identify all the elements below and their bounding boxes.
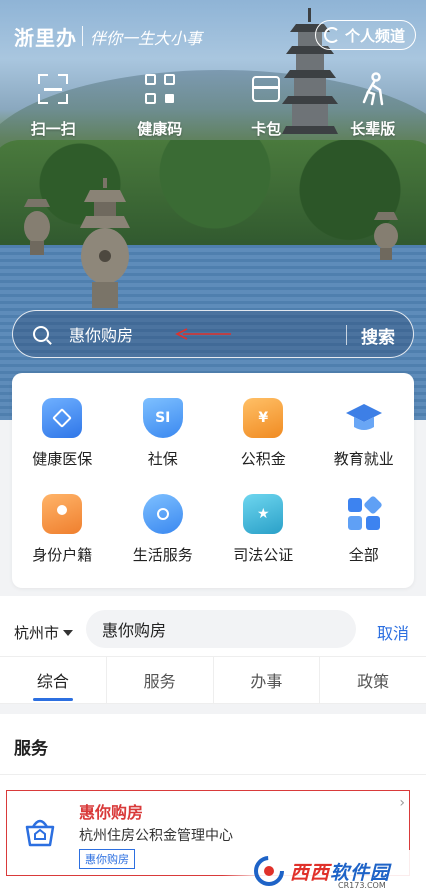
quick-scan[interactable]: 扫一扫 (0, 72, 107, 139)
watermark-logo-icon (254, 856, 284, 886)
app-logo: 浙里办 (14, 26, 77, 50)
service-all[interactable]: 全部 (314, 482, 415, 579)
watermark-brand-a: 西西 (290, 861, 331, 884)
service-housing-fund[interactable]: ¥ 公积金 (213, 385, 314, 482)
service-life-service[interactable]: 生活服务 (113, 482, 214, 579)
justice-icon: ★ (243, 494, 284, 535)
service-education[interactable]: 教育就业 (314, 385, 415, 482)
logo-divider (82, 26, 83, 46)
city-selector[interactable]: 杭州市 (14, 622, 74, 643)
service-grid: 健康医保 SI 社保 ¥ 公积金 教育就业 身份户籍 生活服务 ★ 司法公证 全… (12, 373, 414, 588)
education-icon (344, 398, 384, 438)
stone-lantern-left (80, 178, 130, 308)
service-label: 全部 (348, 546, 379, 565)
app-slogan: 伴你一生大小事 (90, 29, 203, 48)
cancel-button[interactable]: 取消 (377, 620, 409, 644)
stone-lantern-right (374, 212, 398, 260)
card-wallet-icon (249, 72, 283, 106)
quick-health-code[interactable]: 健康码 (107, 72, 214, 139)
section-title: 服务 (14, 739, 48, 759)
service-label: 生活服务 (132, 546, 193, 565)
arrow-annotation-icon (175, 328, 231, 340)
scan-icon (36, 72, 70, 106)
quick-health-code-label: 健康码 (137, 120, 183, 138)
section-divider (0, 774, 426, 775)
quick-elder-mode-label: 长辈版 (350, 120, 396, 138)
search-results-panel: 杭州市 惠你购房 取消 综合 服务 办事 政策 服务 惠你购房 杭州住房公积金管… (0, 596, 426, 896)
elder-mode-icon (362, 72, 383, 106)
tree-line (0, 140, 426, 250)
search-divider (346, 325, 347, 345)
city-label: 杭州市 (14, 624, 60, 642)
result-tabs: 综合 服务 办事 政策 (0, 656, 426, 704)
identity-icon (42, 494, 83, 535)
stone-lantern-small-left (24, 199, 50, 255)
social-security-icon: SI (142, 397, 183, 438)
service-label: 司法公证 (233, 546, 294, 565)
all-apps-icon (344, 494, 384, 534)
tab-comprehensive[interactable]: 综合 (0, 657, 107, 703)
search-icon (33, 326, 49, 342)
qr-code-icon (143, 72, 177, 106)
service-label: 身份户籍 (32, 546, 93, 565)
quick-elder-mode[interactable]: 长辈版 (320, 72, 426, 139)
service-social-security[interactable]: SI 社保 (113, 385, 214, 482)
service-label: 教育就业 (333, 449, 394, 468)
service-medical-insurance[interactable]: 健康医保 (12, 385, 113, 482)
tab-policy[interactable]: 政策 (320, 657, 426, 703)
quick-card-wallet[interactable]: 卡包 (213, 72, 320, 139)
house-basket-icon (25, 819, 55, 847)
tab-services[interactable]: 服务 (107, 657, 214, 703)
watermark-url: CR173.COM (338, 881, 386, 890)
life-service-icon (142, 494, 183, 535)
search-button[interactable]: 搜索 (361, 323, 395, 348)
search-input[interactable]: 惠你购房 (69, 322, 133, 346)
housing-fund-icon: ¥ (243, 397, 284, 438)
service-identity[interactable]: 身份户籍 (12, 482, 113, 579)
tab-affairs[interactable]: 办事 (214, 657, 321, 703)
chevron-right-icon: › (399, 795, 405, 811)
result-title: 惠你购房 (79, 803, 144, 822)
site-watermark: 西西软件园 CR173.COM (222, 850, 418, 892)
result-subtitle: 杭州住房公积金管理中心 (79, 828, 233, 844)
service-label: 社保 (147, 449, 178, 468)
personal-channel-label: 个人频道 (344, 26, 405, 45)
results-search-input[interactable]: 惠你购房 (86, 610, 356, 648)
service-label: 公积金 (240, 449, 286, 468)
quick-scan-label: 扫一扫 (30, 120, 76, 138)
service-justice[interactable]: ★ 司法公证 (213, 482, 314, 579)
switch-icon (323, 27, 340, 43)
medical-insurance-icon (42, 397, 83, 438)
personal-channel-button[interactable]: 个人频道 (314, 20, 416, 50)
result-tag: 惠你购房 (79, 849, 135, 869)
service-label: 健康医保 (32, 449, 93, 468)
section-gap (0, 704, 426, 714)
top-bar: 浙里办 伴你一生大小事 个人频道 (0, 18, 426, 52)
quick-actions: 扫一扫 健康码 卡包 长辈版 (0, 72, 426, 139)
search-bar[interactable]: 惠你购房 搜索 (12, 310, 414, 358)
caret-down-icon (63, 629, 74, 636)
quick-card-wallet-label: 卡包 (251, 120, 282, 138)
